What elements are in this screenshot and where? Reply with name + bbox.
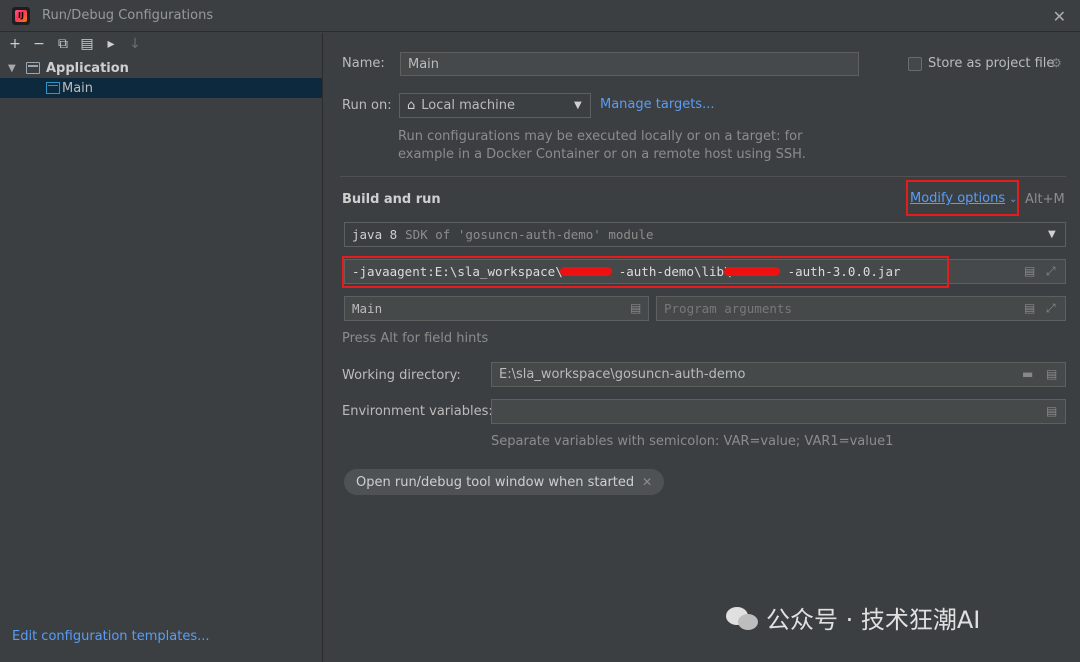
store-as-project-label[interactable]: Store as project file	[928, 56, 1054, 71]
intellij-logo-icon: IJ	[12, 6, 30, 25]
move-to-folder-icon[interactable]: ▸	[104, 36, 118, 52]
sdk-hint: SDK of 'gosuncn-auth-demo' module	[405, 227, 654, 242]
env-vars-hint: Separate variables with semicolon: VAR=v…	[491, 434, 894, 449]
run-debug-dialog: IJ Run/Debug Configurations ✕ + − ⧉ ▤ ▸ …	[0, 0, 1080, 662]
env-vars-field[interactable]	[491, 399, 1066, 424]
env-vars-label: Environment variables:	[342, 404, 493, 419]
run-on-value: Local machine	[421, 98, 515, 113]
add-icon[interactable]: +	[8, 36, 22, 52]
watermark-text: 公众号 · 技术狂潮AI	[766, 606, 981, 634]
configurations-tree-panel: + − ⧉ ▤ ▸ ↓ ▼ Application Main Edit conf…	[0, 33, 323, 662]
redaction-mark	[560, 267, 612, 276]
build-and-run-title: Build and run	[342, 192, 441, 207]
tree-child-label: Main	[62, 80, 94, 96]
tree-item-application[interactable]: ▼ Application	[0, 58, 322, 78]
tree-toolbar: + − ⧉ ▤ ▸ ↓	[0, 33, 322, 55]
store-as-project-checkbox[interactable]	[908, 57, 922, 71]
main-class-field[interactable]: Main	[344, 296, 649, 321]
macro-icon[interactable]: ▤	[1046, 367, 1057, 381]
field-hints-text: Press Alt for field hints	[342, 331, 489, 346]
program-arguments-field[interactable]: Program arguments	[656, 296, 1066, 321]
run-on-hint-line2: example in a Docker Container or on a re…	[398, 147, 806, 162]
chevron-down-icon[interactable]: ▼	[574, 100, 582, 111]
modify-options-link[interactable]: Modify options	[910, 191, 1005, 206]
tree-group-label: Application	[46, 60, 129, 76]
browse-class-icon[interactable]: ▤	[630, 301, 641, 315]
edit-env-icon[interactable]: ▤	[1046, 404, 1057, 418]
gear-icon[interactable]: ⚙	[1051, 56, 1062, 70]
tree-item-main[interactable]: Main	[0, 78, 322, 98]
edit-templates-link[interactable]: Edit configuration templates...	[12, 629, 210, 644]
redaction-mark	[724, 267, 780, 276]
vm-options-part3: -auth-3.0.0.jar	[787, 264, 901, 279]
vm-options-part2: -auth-demo\lib\	[618, 264, 732, 279]
open-tool-window-chip[interactable]: Open run/debug tool window when started …	[344, 469, 665, 495]
title-bar: IJ Run/Debug Configurations ✕	[0, 0, 1080, 32]
vm-options-part1: -javaagent:E:\sla_workspace\	[352, 264, 563, 279]
name-field[interactable]: Main	[400, 52, 859, 76]
maximize-icon[interactable]: ⤢	[1046, 301, 1056, 316]
folder-icon[interactable]: ▬	[1022, 367, 1033, 381]
chip-label: Open run/debug tool window when started	[356, 474, 635, 490]
name-label: Name:	[342, 56, 385, 71]
run-on-label: Run on:	[342, 98, 392, 113]
sort-icon[interactable]: ↓	[128, 36, 142, 52]
chevron-down-icon[interactable]: ▼	[8, 63, 20, 74]
remove-option-icon[interactable]: ✕	[642, 475, 652, 489]
chevron-down-icon[interactable]: ⌄	[1009, 194, 1017, 205]
name-value: Main	[408, 56, 440, 72]
wechat-icon	[726, 605, 760, 631]
jre-dropdown[interactable]: java 8 SDK of 'gosuncn-auth-demo' module	[344, 222, 1066, 247]
window-title: Run/Debug Configurations	[42, 8, 214, 23]
watermark: 公众号 · 技术狂潮AI	[726, 600, 980, 635]
configuration-form: Name: Main Store as project file ⚙ Run o…	[324, 33, 1080, 662]
modify-options-shortcut: Alt+M	[1025, 192, 1065, 207]
copy-icon[interactable]: ⧉	[56, 36, 70, 52]
save-icon[interactable]: ▤	[80, 36, 94, 52]
maximize-icon[interactable]: ⤢	[1046, 264, 1056, 279]
program-args-placeholder: Program arguments	[664, 301, 792, 316]
working-directory-field[interactable]: E:\sla_workspace\gosuncn-auth-demo	[491, 362, 1066, 387]
working-directory-label: Working directory:	[342, 368, 461, 383]
manage-targets-link[interactable]: Manage targets...	[600, 97, 714, 112]
vm-options-field[interactable]: -javaagent:E:\sla_workspace\ -auth-demo\…	[344, 259, 1066, 284]
working-directory-value: E:\sla_workspace\gosuncn-auth-demo	[499, 367, 746, 382]
expand-text-icon[interactable]: ▤	[1024, 301, 1035, 315]
run-on-hint-line1: Run configurations may be executed local…	[398, 129, 803, 144]
run-on-dropdown[interactable]: ⌂ Local machine	[399, 93, 591, 118]
expand-text-icon[interactable]: ▤	[1024, 264, 1035, 278]
sdk-value: java 8	[352, 227, 398, 242]
main-class-value: Main	[352, 301, 383, 316]
application-folder-icon	[26, 62, 40, 74]
section-divider	[340, 176, 1066, 177]
chevron-down-icon[interactable]: ▼	[1048, 229, 1056, 240]
home-icon: ⌂	[407, 98, 416, 113]
remove-icon[interactable]: −	[32, 36, 46, 52]
close-icon[interactable]: ✕	[1053, 7, 1066, 26]
application-config-icon	[46, 82, 60, 94]
